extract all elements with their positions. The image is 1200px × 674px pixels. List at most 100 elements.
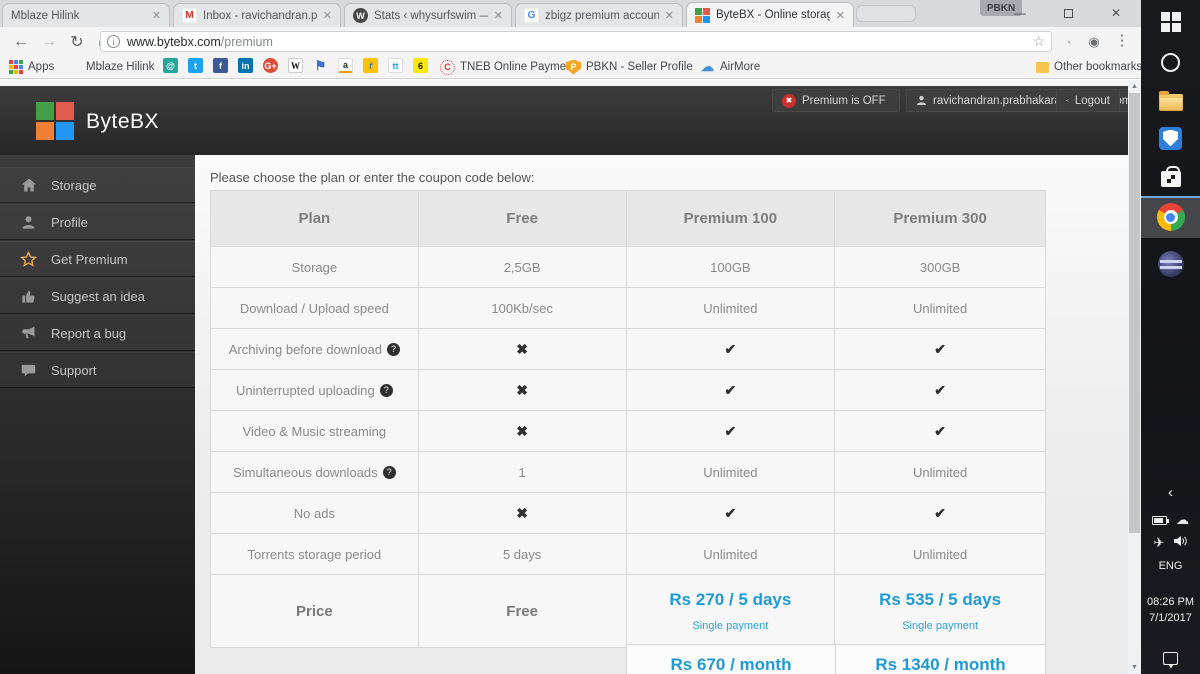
eclipse-button[interactable] xyxy=(1141,244,1200,284)
amazon-icon[interactable]: a xyxy=(338,58,353,73)
tab-close-icon[interactable]: ✕ xyxy=(152,9,161,22)
battery-icon[interactable] xyxy=(1152,516,1167,525)
sidebar-item-storage[interactable]: Storage xyxy=(0,167,195,203)
scrollbar-thumb[interactable] xyxy=(1129,93,1140,533)
language-indicator[interactable]: ENG xyxy=(1141,560,1200,572)
flipkart-icon[interactable]: f xyxy=(363,58,378,73)
thumbs-up-icon xyxy=(20,288,37,305)
col-plan: Plan xyxy=(211,191,419,246)
sidebar-item-report-bug[interactable]: Report a bug xyxy=(0,315,195,351)
tab-mblaze[interactable]: Mblaze Hilink ✕ xyxy=(2,3,170,27)
plans-table: Plan Free Premium 100 Premium 300 Storag… xyxy=(210,190,1046,648)
help-icon[interactable]: ? xyxy=(387,343,400,356)
page-info-icon[interactable]: i xyxy=(107,35,120,48)
action-center-button[interactable] xyxy=(1141,638,1200,674)
bookmark-pbkn[interactable]: P PBKN - Seller Profile xyxy=(566,58,693,76)
facebook-icon[interactable]: f xyxy=(213,58,228,73)
linkedin-icon[interactable]: in xyxy=(238,58,253,73)
folder-icon xyxy=(1036,62,1049,73)
tab-gmail[interactable]: M Inbox - ravichandran.pra ✕ xyxy=(173,3,341,27)
file-explorer-button[interactable] xyxy=(1141,82,1200,122)
premium300-price-cell[interactable]: Rs 535 / 5 days Single payment xyxy=(835,575,1045,647)
logout-button[interactable]: Logout xyxy=(1056,89,1120,112)
airmore-cloud-icon: ☁ xyxy=(700,60,715,75)
tab-wordpress-stats[interactable]: W Stats ‹ whysurfswim — W ✕ xyxy=(344,3,512,27)
yellow-6-icon[interactable]: 6 xyxy=(413,58,428,73)
google-plus-icon[interactable]: G+ xyxy=(263,58,278,73)
tab-label: zbigz premium account g xyxy=(545,10,659,22)
apps-grid-icon xyxy=(8,60,23,75)
table-row: Simultaneous downloads? 1 Unlimited Unli… xyxy=(211,452,1045,493)
help-icon[interactable]: ? xyxy=(383,466,396,479)
tneb-icon: C xyxy=(440,60,455,75)
tab-close-icon[interactable]: ✕ xyxy=(665,9,674,22)
twitter-icon[interactable]: t xyxy=(188,58,203,73)
table-row: Uninterrupted uploading? ✖ ✔ ✔ xyxy=(211,370,1045,411)
tab-label: Inbox - ravichandran.pra xyxy=(203,10,317,22)
minimize-button[interactable]: — xyxy=(1000,0,1040,26)
windows-logo-icon xyxy=(1161,12,1181,32)
airplane-mode-icon[interactable]: ✈ xyxy=(1154,535,1165,551)
apps-shortcut[interactable]: Apps xyxy=(8,58,54,76)
chat-at-icon[interactable]: @ xyxy=(163,58,178,73)
premium-off-icon: ✖ xyxy=(782,94,796,108)
new-tab-button[interactable] xyxy=(856,5,916,22)
cortana-button[interactable] xyxy=(1141,42,1200,82)
main-content: Please choose the plan or enter the coup… xyxy=(195,155,1128,674)
table-header-row: Plan Free Premium 100 Premium 300 xyxy=(211,191,1045,247)
store-bag-icon xyxy=(1161,171,1181,187)
onedrive-cloud-icon[interactable]: ☁ xyxy=(1176,512,1189,528)
premium100-monthly-price-cell[interactable]: Rs 670 / month xyxy=(626,644,836,674)
share-icon xyxy=(1066,95,1069,106)
bookmark-mblaze[interactable]: Mblaze Hilink xyxy=(86,58,154,76)
sidebar-item-profile[interactable]: Profile xyxy=(0,204,195,240)
plans-heading: Please choose the plan or enter the coup… xyxy=(210,170,535,185)
chrome-taskbar-button[interactable] xyxy=(1141,196,1200,238)
sidebar-item-support[interactable]: Support xyxy=(0,352,195,388)
tray-chevron-icon[interactable]: ‹ xyxy=(1141,484,1200,501)
premium-status-button[interactable]: ✖ Premium is OFF xyxy=(772,89,900,112)
maximize-button[interactable] xyxy=(1048,0,1088,26)
bookmark-airmore[interactable]: ☁ AirMore xyxy=(700,58,760,76)
url-host: www.bytebx.com xyxy=(127,35,221,49)
scrollbar-up-icon[interactable]: ▲ xyxy=(1128,80,1141,93)
extension-icon-2[interactable]: ◉ xyxy=(1084,32,1104,52)
tab-close-icon[interactable]: ✕ xyxy=(836,9,845,22)
sidebar-item-suggest-idea[interactable]: Suggest an idea xyxy=(0,278,195,314)
tab-zbigz[interactable]: G zbigz premium account g ✕ xyxy=(515,3,683,27)
bookmark-star-icon[interactable]: ☆ xyxy=(1032,33,1045,50)
premium100-price-cell[interactable]: Rs 270 / 5 days Single payment xyxy=(627,575,836,647)
speaker-icon[interactable] xyxy=(1173,534,1187,552)
sidebar-item-get-premium[interactable]: Get Premium xyxy=(0,241,195,277)
address-bar[interactable]: i www.bytebx.com /premium ☆ xyxy=(100,31,1052,52)
tab-bytebx-active[interactable]: ByteBX - Online storage ✕ xyxy=(686,2,854,27)
flag-icon[interactable]: ⚑ xyxy=(313,58,328,73)
defender-button[interactable] xyxy=(1141,118,1200,158)
other-bookmarks[interactable]: Other bookmarks xyxy=(1036,58,1142,76)
tab-close-icon[interactable]: ✕ xyxy=(323,9,332,22)
store-button[interactable] xyxy=(1141,156,1200,196)
reload-icon[interactable]: ↻ xyxy=(64,29,90,54)
screen: Mblaze Hilink ✕ M Inbox - ravichandran.p… xyxy=(0,0,1200,674)
free-price: Free xyxy=(419,575,627,647)
clock-time[interactable]: 08:26 PM xyxy=(1141,596,1200,608)
shield-icon: P xyxy=(566,60,581,75)
bookmark-tneb[interactable]: C TNEB Online Paymen xyxy=(440,58,573,76)
close-button[interactable]: ✕ xyxy=(1096,0,1136,26)
scrollbar-down-icon[interactable]: ▼ xyxy=(1128,661,1141,674)
tray-power-cloud[interactable]: ☁ xyxy=(1141,512,1200,528)
table-row: Video & Music streaming ✖ ✔ ✔ xyxy=(211,411,1045,452)
tab-close-icon[interactable]: ✕ xyxy=(494,9,503,22)
tt-icon[interactable]: tt xyxy=(388,58,403,73)
wikipedia-icon[interactable]: W xyxy=(288,58,303,73)
help-icon[interactable]: ? xyxy=(380,384,393,397)
start-button[interactable] xyxy=(1141,2,1200,42)
extension-icon-1[interactable]: ◔ xyxy=(1058,32,1078,52)
tray-network-volume[interactable]: ✈ xyxy=(1141,534,1200,552)
premium300-monthly-price-cell[interactable]: Rs 1340 / month xyxy=(835,644,1046,674)
forward-icon[interactable]: → xyxy=(36,29,62,54)
chrome-menu-icon[interactable]: ⋮ xyxy=(1112,31,1132,53)
back-icon[interactable]: ← xyxy=(8,29,34,54)
clock-date[interactable]: 7/1/2017 xyxy=(1141,612,1200,624)
page-scrollbar[interactable]: ▲ ▼ xyxy=(1128,80,1141,674)
